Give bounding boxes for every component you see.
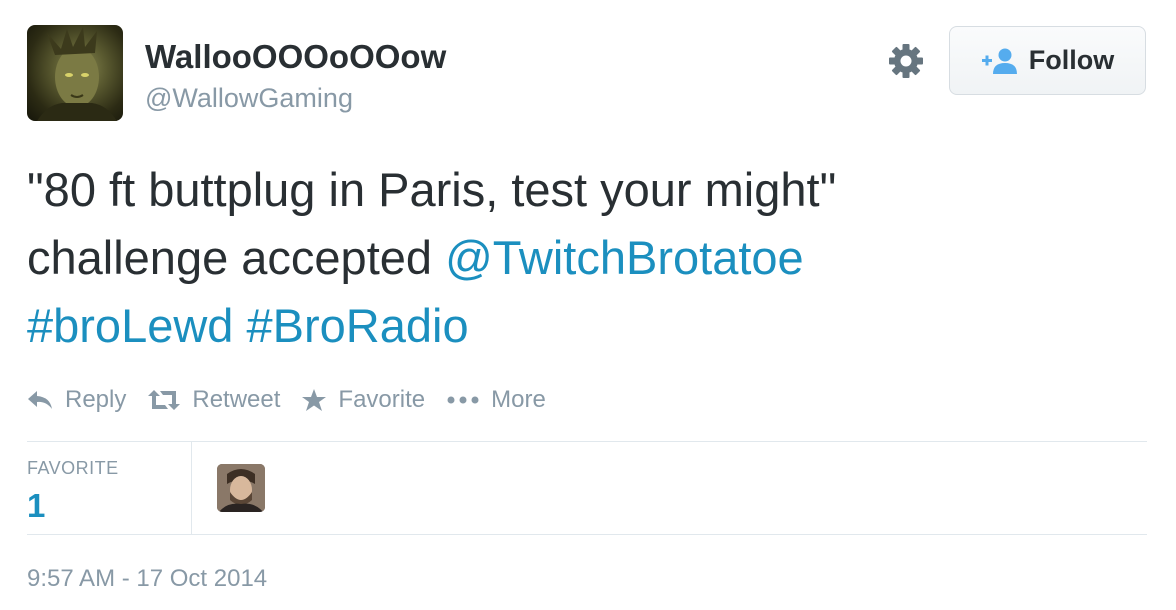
tweet-text: "80 ft buttplug in Paris, test your migh…	[27, 156, 1147, 360]
retweet-icon	[148, 390, 181, 410]
reply-icon	[28, 391, 52, 409]
mention-link[interactable]: @TwitchBrotatoe	[445, 231, 804, 284]
retweet-label: Retweet	[192, 386, 281, 413]
reply-button[interactable]: Reply	[27, 386, 126, 414]
hashtag-link[interactable]: #BroRadio	[247, 299, 469, 352]
retweet-button[interactable]: Retweet	[148, 386, 280, 414]
author-display-name[interactable]: WallooOOOoOOow	[145, 38, 446, 76]
hashtag-link[interactable]: #broLewd	[27, 299, 233, 352]
more-label: More	[491, 386, 546, 413]
author-handle[interactable]: @WallowGaming	[145, 83, 353, 114]
reply-label: Reply	[65, 386, 127, 413]
author-avatar[interactable]	[27, 25, 123, 121]
favorite-button[interactable]: Favorite	[302, 386, 425, 414]
tweet-stats: FAVORITE 1	[27, 442, 1147, 534]
favorite-label: Favorite	[338, 386, 426, 413]
favoriter-avatar[interactable]	[217, 464, 265, 512]
tweet-actions: Reply Retweet Favorite More	[27, 386, 568, 414]
tweet-text-segment: challenge accepted	[27, 231, 446, 284]
divider	[27, 534, 1147, 535]
stats-divider	[191, 442, 192, 534]
favorite-stat-label: FAVORITE	[27, 458, 119, 478]
tweet-text-line: "80 ft buttplug in Paris, test your migh…	[27, 163, 837, 216]
tweet-timestamp[interactable]: 9:57 AM - 17 Oct 2014	[27, 565, 267, 593]
more-button[interactable]: More	[447, 386, 546, 414]
star-icon	[302, 389, 327, 411]
ellipsis-icon	[447, 396, 479, 404]
favorite-stat-count[interactable]: 1	[27, 487, 45, 525]
follow-button-label: Follow	[1028, 45, 1115, 75]
follow-button[interactable]: Follow	[949, 26, 1146, 95]
gear-icon[interactable]	[888, 43, 924, 79]
add-user-icon	[981, 47, 1019, 75]
